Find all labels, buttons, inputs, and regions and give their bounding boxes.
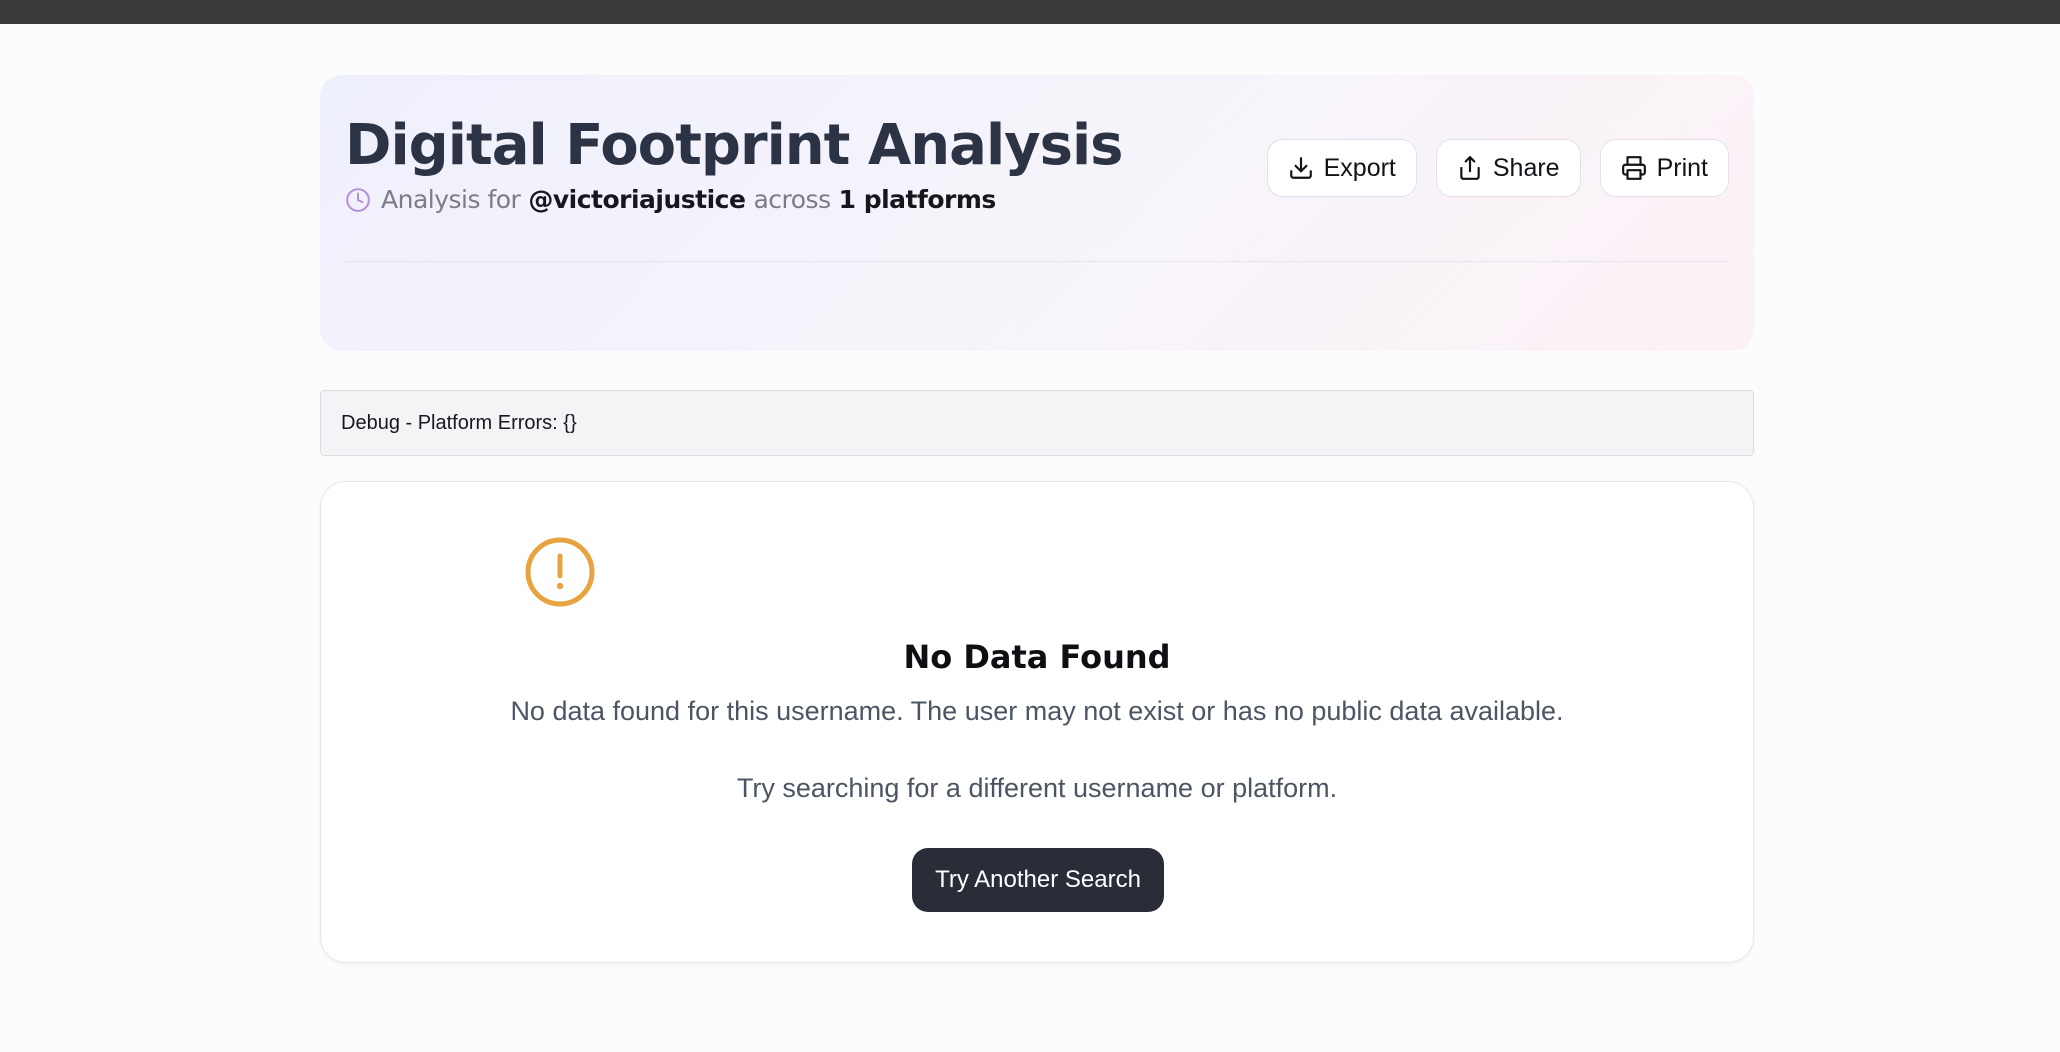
no-data-card: No Data Found No data found for this use… [320,481,1754,963]
print-button-label: Print [1656,153,1708,182]
header-divider [345,261,1729,262]
export-button-label: Export [1323,153,1396,182]
header-actions: Export Share Print [1266,139,1729,197]
analysis-header-card: Digital Footprint Analysis Analysis for … [320,75,1754,351]
try-another-search-button[interactable]: Try Another Search [912,848,1164,912]
export-button[interactable]: Export [1266,139,1417,197]
print-button[interactable]: Print [1599,139,1729,197]
platform-count: 1 platforms [838,185,997,214]
subtitle-prefix: Analysis for [381,185,521,214]
alert-circle-icon [525,537,595,607]
empty-state-message: No data found for this username. The use… [510,696,1564,726]
analysis-subtitle: Analysis for @victoriajustice across 1 p… [345,185,996,214]
download-icon [1289,157,1312,179]
analyzed-username: @victoriajustice [528,185,746,214]
share-icon [1460,156,1480,180]
empty-state-title: No Data Found [903,638,1171,676]
printer-icon [1621,156,1646,180]
subtitle-middle: across [753,185,831,214]
share-button[interactable]: Share [1435,139,1581,197]
clock-icon [346,187,370,212]
page-title: Digital Footprint Analysis [345,113,1123,178]
share-button-label: Share [1492,153,1560,182]
debug-platform-errors: Debug - Platform Errors: {} [320,390,1754,456]
window-top-bar [0,0,2060,24]
empty-state-hint: Try searching for a different username o… [736,773,1338,803]
